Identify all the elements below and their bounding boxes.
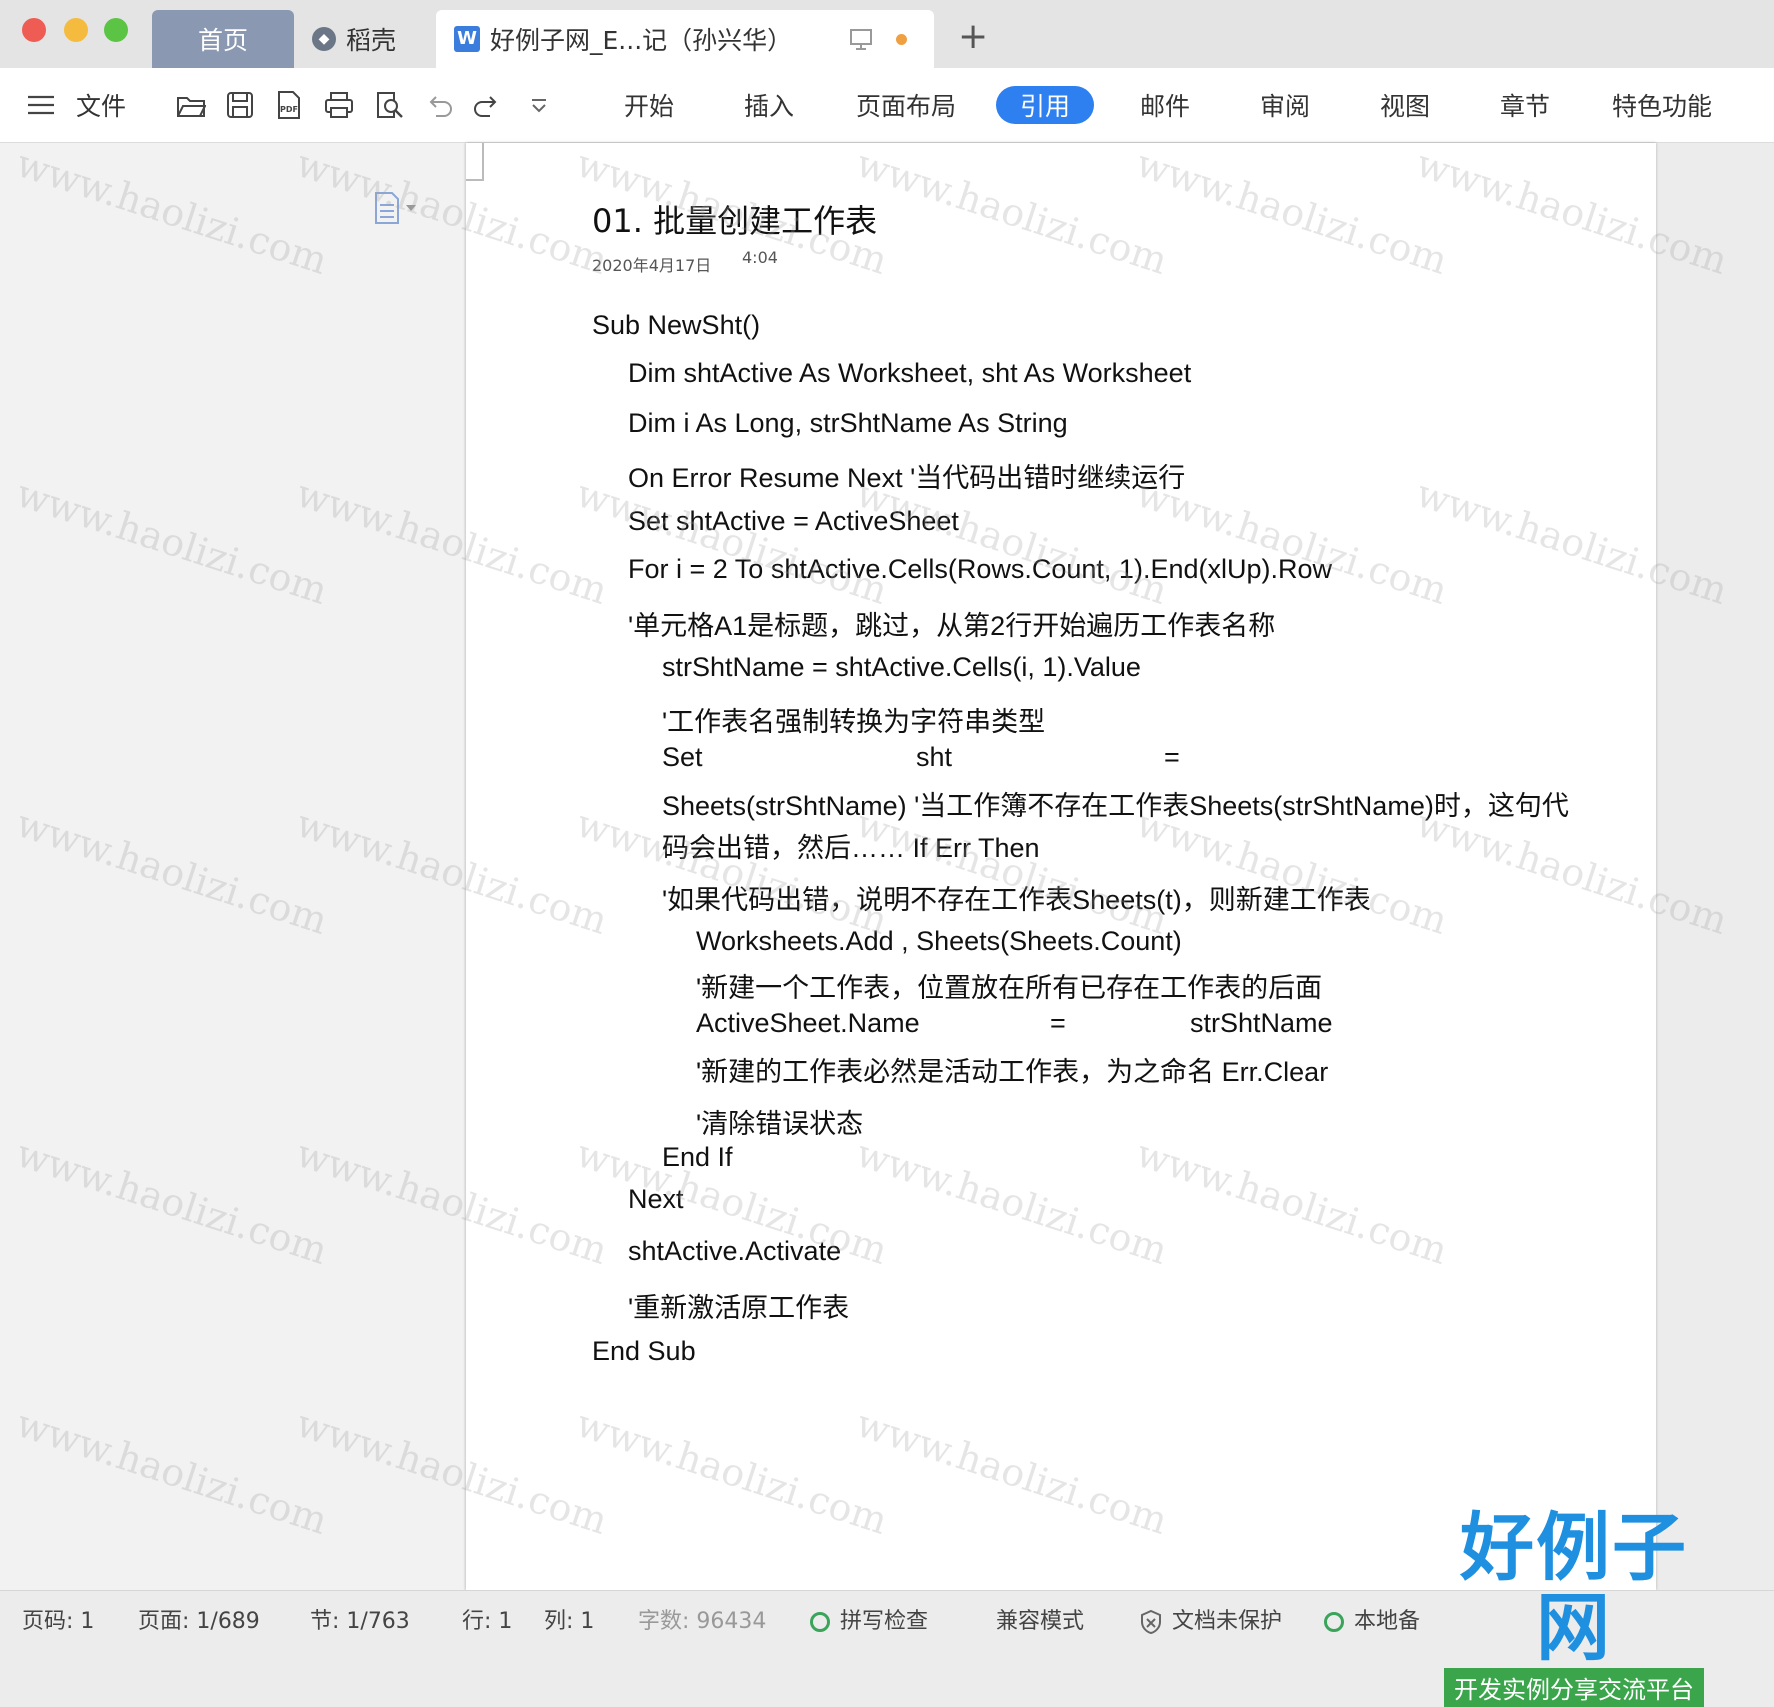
code-line: '新建一个工作表，位置放在所有已存在工作表的后面 [696, 973, 1323, 1003]
code-line: ActiveSheet.Name [696, 1008, 920, 1038]
code-line: '新建的工作表必然是活动工作表，为之命名 Err.Clear [696, 1057, 1329, 1087]
menu-chapter[interactable]: 章节 [1500, 68, 1550, 142]
menu-view[interactable]: 视图 [1380, 68, 1430, 142]
menu-special-features[interactable]: 特色功能 [1612, 68, 1712, 142]
site-logo-text: 好例子网 [1460, 1505, 1688, 1671]
menu-references[interactable]: 引用 [996, 86, 1095, 124]
local-backup-button[interactable]: 本地备 [1324, 1603, 1420, 1635]
title-bar: 首页 ◆ 稻壳 W 好例子网_E...记（孙兴华） + [0, 0, 1774, 68]
menu-mail[interactable]: 邮件 [1140, 68, 1190, 142]
code-line: '清除错误状态 [696, 1109, 864, 1139]
toolbar: 文件 PDF 开始 插入 页面布局 引用 邮件 审阅 视图 章节 特色功能 [0, 68, 1774, 143]
export-pdf-icon[interactable]: PDF [274, 90, 304, 120]
document-date: 2020年4月17日 [592, 256, 712, 275]
status-row: 行: 1 [462, 1609, 513, 1634]
menu-start[interactable]: 开始 [624, 68, 674, 142]
site-logo-subtitle: 开发实例分享交流平台 [1444, 1668, 1704, 1707]
local-backup-label: 本地备 [1354, 1609, 1421, 1634]
code-line: '重新激活原工作表 [628, 1293, 850, 1323]
tab-home-label: 首页 [197, 26, 248, 55]
redo-icon[interactable] [472, 90, 502, 120]
compat-mode-label: 兼容模式 [996, 1609, 1085, 1634]
file-menu[interactable]: 文件 [76, 68, 126, 142]
print-preview-icon[interactable] [374, 90, 404, 120]
writer-doc-icon: W [454, 26, 480, 52]
tab-daoke[interactable]: ◆ 稻壳 [306, 10, 432, 68]
document-title: 01. 批量创建工作表 [592, 202, 878, 240]
document-protect-button[interactable]: 文档未保护 [1138, 1603, 1282, 1635]
hamburger-menu-icon[interactable] [26, 90, 56, 120]
code-line: Set shtActive = ActiveSheet [628, 506, 959, 536]
status-pages[interactable]: 页面: 1/689 [138, 1603, 260, 1635]
status-page-code: 页码: 1 [22, 1609, 95, 1634]
code-line: Set [662, 742, 703, 772]
menu-page-layout[interactable]: 页面布局 [856, 68, 956, 142]
status-section: 节: 1/763 [310, 1609, 410, 1634]
backup-icon [1324, 1612, 1344, 1632]
tab-document[interactable]: W 好例子网_E...记（孙兴华） [436, 10, 934, 68]
code-line: On Error Resume Next '当代码出错时继续运行 [628, 463, 1186, 493]
document-protect-label: 文档未保护 [1172, 1609, 1283, 1634]
code-line: Sheets(strShtName) '当工作簿不存在工作表Sheets(str… [662, 791, 1569, 821]
zoom-window-button[interactable] [104, 18, 128, 42]
tab-home[interactable]: 首页 [152, 10, 294, 68]
code-line: = [1164, 742, 1180, 772]
quick-access-dropdown-icon[interactable] [524, 90, 554, 120]
code-line: End If [662, 1142, 733, 1172]
site-logo: 好例子网 开发实例分享交流平台 [1424, 1508, 1724, 1707]
monitor-icon[interactable] [848, 26, 874, 52]
code-line: Worksheets.Add , Sheets(Sheets.Count) [696, 926, 1182, 956]
unsaved-dot-icon [896, 34, 907, 45]
code-line: End Sub [592, 1336, 696, 1366]
menu-review[interactable]: 审阅 [1260, 68, 1310, 142]
status-word-count[interactable]: 字数: 96434 [638, 1603, 766, 1635]
spell-check-button[interactable]: 拼写检查 [810, 1603, 928, 1635]
open-folder-icon[interactable] [176, 90, 206, 120]
code-line: strShtName [1190, 1008, 1333, 1038]
close-window-button[interactable] [22, 18, 46, 42]
minimize-window-button[interactable] [64, 18, 88, 42]
save-icon[interactable] [225, 90, 255, 120]
spell-check-icon [810, 1612, 830, 1632]
new-tab-button[interactable]: + [958, 16, 988, 57]
document-outline-icon[interactable] [374, 191, 422, 225]
shield-icon [1141, 1609, 1161, 1635]
code-line: '如果代码出错，说明不存在工作表Sheets(t)，则新建工作表 [662, 885, 1371, 915]
tab-document-label: 好例子网_E...记（孙兴华） [490, 26, 793, 55]
code-line: shtActive.Activate [628, 1236, 842, 1266]
code-line: sht [916, 742, 953, 772]
code-line: = [1050, 1008, 1066, 1038]
document-time: 4:04 [742, 248, 778, 267]
code-line: '工作表名强制转换为字符串类型 [662, 707, 1046, 737]
navigation-pane [0, 143, 464, 1590]
svg-text:PDF: PDF [280, 105, 298, 114]
status-col: 列: 1 [544, 1609, 595, 1634]
menu-insert[interactable]: 插入 [744, 68, 794, 142]
spell-check-label: 拼写检查 [840, 1609, 929, 1634]
print-icon[interactable] [324, 90, 354, 120]
code-line: '单元格A1是标题，跳过，从第2行开始遍历工作表名称 [628, 611, 1276, 641]
page-corner-mark [466, 143, 484, 181]
undo-icon[interactable] [424, 90, 454, 120]
daoke-icon: ◆ [312, 27, 336, 51]
tab-daoke-label: 稻壳 [346, 26, 397, 55]
code-line: Sub NewSht() [592, 310, 761, 340]
code-line: Dim shtActive As Worksheet, sht As Works… [628, 358, 1192, 388]
code-line: Dim i As Long, strShtName As String [628, 408, 1068, 438]
code-line: For i = 2 To shtActive.Cells(Rows.Count,… [628, 554, 1332, 584]
code-line: strShtName = shtActive.Cells(i, 1).Value [662, 652, 1141, 682]
code-line: Next [628, 1184, 684, 1214]
code-line: 码会出错，然后…… If Err Then [662, 833, 1040, 863]
